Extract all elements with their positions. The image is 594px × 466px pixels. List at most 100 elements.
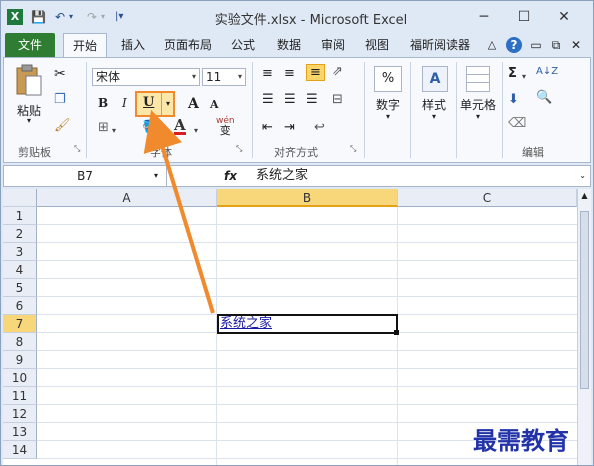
workbook-minimize-icon[interactable]: ▭ — [529, 33, 543, 57]
align-top-icon[interactable]: ≡ — [262, 66, 273, 81]
align-right-icon[interactable]: ☰ — [306, 92, 318, 107]
phonetic-guide-icon[interactable]: wén 变 — [216, 116, 235, 137]
merge-center-icon[interactable]: ⊟ — [332, 92, 343, 107]
tab-insert[interactable]: 插入 — [113, 33, 153, 57]
orientation-icon[interactable]: ⇗ — [332, 64, 343, 79]
styles-button[interactable]: A 样式 ▾ — [414, 64, 454, 134]
borders-dropdown-icon[interactable]: ▾ — [112, 122, 116, 136]
save-icon[interactable]: 💾 — [31, 9, 46, 25]
tab-data[interactable]: 数据 — [269, 33, 309, 57]
chevron-down-icon: ▾ — [385, 112, 390, 121]
paste-icon — [16, 64, 42, 96]
fill-icon[interactable]: ⬇ — [508, 92, 519, 107]
row-header[interactable]: 12 — [3, 405, 37, 423]
cut-icon[interactable]: ✂ — [54, 66, 66, 82]
align-bottom-icon[interactable]: ≡ — [306, 64, 325, 81]
fill-handle[interactable] — [394, 330, 399, 335]
row-header[interactable]: 10 — [3, 369, 37, 387]
font-color-dropdown-icon[interactable]: ▾ — [194, 122, 198, 136]
percent-icon: % — [374, 66, 402, 92]
row-header[interactable]: 5 — [3, 279, 37, 297]
fill-color-icon[interactable]: 🪣 — [142, 120, 158, 135]
row-header[interactable]: 1 — [3, 207, 37, 225]
scrollbar-thumb[interactable] — [580, 211, 589, 389]
italic-button[interactable]: I — [122, 96, 127, 110]
autosum-icon[interactable]: Σ — [508, 66, 517, 81]
find-select-icon[interactable]: 🔍 — [536, 90, 552, 105]
cells-button[interactable]: 单元格 ▾ — [456, 64, 500, 134]
chevron-down-icon: ▾ — [191, 72, 196, 81]
maximize-button[interactable]: ☐ — [509, 5, 539, 29]
autosum-dropdown-icon[interactable]: ▾ — [522, 68, 526, 82]
ribbon-tabs: 文件 开始 插入 页面布局 公式 数据 审阅 视图 福昕阅读器 △ ? ▭ ⧉ … — [1, 33, 593, 57]
name-box[interactable]: B7 — [4, 166, 167, 186]
sort-filter-icon[interactable]: A↓Z — [536, 66, 558, 77]
underline-dropdown-icon[interactable]: ▾ — [161, 93, 174, 115]
row-header-selected[interactable]: 7 — [3, 315, 37, 333]
font-color-button[interactable]: A — [174, 118, 186, 135]
customize-toolbar-icon[interactable]: |▾ — [115, 9, 123, 25]
tab-foxit-reader[interactable]: 福昕阅读器 — [403, 33, 477, 57]
font-size-select[interactable]: 11 ▾ — [202, 68, 246, 86]
alignment-launcher-icon[interactable]: ⤡ — [350, 144, 356, 154]
font-name-select[interactable]: 宋体 ▾ — [92, 68, 200, 86]
increase-indent-icon[interactable]: ⇥ — [284, 120, 295, 135]
redo-dropdown-icon[interactable]: ▾ — [101, 9, 105, 25]
help-icon[interactable]: ? — [505, 33, 523, 57]
decrease-indent-icon[interactable]: ⇤ — [262, 120, 273, 135]
align-center-icon[interactable]: ☰ — [284, 92, 296, 107]
font-launcher-icon[interactable]: ⤡ — [236, 144, 242, 154]
workbook-close-icon[interactable]: ✕ — [569, 33, 583, 57]
excel-app-icon[interactable]: X — [7, 9, 23, 25]
copy-icon[interactable]: ❐ — [54, 92, 66, 107]
tab-page-layout[interactable]: 页面布局 — [159, 33, 217, 57]
vertical-scrollbar[interactable]: ▲ — [577, 189, 591, 465]
tab-file[interactable]: 文件 — [5, 33, 55, 57]
row-header[interactable]: 4 — [3, 261, 37, 279]
row-header[interactable]: 9 — [3, 351, 37, 369]
tab-home[interactable]: 开始 — [63, 33, 107, 57]
expand-formula-bar-icon[interactable]: ⌄ — [579, 166, 586, 186]
underline-button[interactable]: U ▾ — [135, 91, 175, 117]
column-header-c[interactable]: C — [398, 189, 577, 207]
tab-formulas[interactable]: 公式 — [223, 33, 263, 57]
row-header[interactable]: 8 — [3, 333, 37, 351]
insert-function-icon[interactable]: fx — [224, 166, 237, 186]
formula-input[interactable]: 系统之家 — [256, 166, 308, 186]
format-painter-icon[interactable]: 🖌 — [54, 118, 71, 133]
row-header[interactable]: 2 — [3, 225, 37, 243]
row-header[interactable]: 6 — [3, 297, 37, 315]
collapse-ribbon-icon[interactable]: △ — [485, 33, 499, 57]
undo-icon[interactable]: ↶ — [55, 9, 65, 25]
wrap-text-icon[interactable]: ↩ — [314, 120, 325, 135]
clear-icon[interactable]: ⌫ — [508, 116, 526, 131]
grow-font-button[interactable]: A — [188, 96, 199, 112]
align-middle-icon[interactable]: ≡ — [284, 66, 295, 81]
watermark: 最需教育 — [473, 426, 569, 455]
row-header[interactable]: 13 — [3, 423, 37, 441]
bold-button[interactable]: B — [98, 96, 108, 110]
row-header[interactable]: 14 — [3, 441, 37, 459]
column-header-a[interactable]: A — [37, 189, 217, 207]
select-all-corner[interactable] — [3, 189, 37, 207]
help-icon-glyph: ? — [506, 37, 522, 53]
clipboard-launcher-icon[interactable]: ⤡ — [74, 144, 80, 154]
minimize-button[interactable]: ─ — [469, 5, 499, 29]
paste-button[interactable]: 粘贴 ▾ — [12, 62, 46, 128]
shrink-font-button[interactable]: A — [210, 98, 219, 111]
close-button[interactable]: ✕ — [549, 5, 579, 29]
borders-icon[interactable]: ⊞ — [98, 120, 109, 135]
styles-icon: A — [422, 66, 448, 92]
workbook-restore-icon[interactable]: ⧉ — [549, 33, 563, 57]
tab-view[interactable]: 视图 — [357, 33, 397, 57]
column-header-b[interactable]: B — [217, 189, 398, 207]
tab-review[interactable]: 审阅 — [313, 33, 353, 57]
scroll-up-icon[interactable]: ▲ — [578, 189, 591, 203]
redo-icon[interactable]: ↷ — [87, 9, 97, 25]
align-left-icon[interactable]: ☰ — [262, 92, 274, 107]
name-box-dropdown-icon[interactable]: ▾ — [154, 166, 158, 186]
row-header[interactable]: 3 — [3, 243, 37, 261]
number-format-button[interactable]: % 数字 ▾ — [368, 64, 408, 134]
undo-dropdown-icon[interactable]: ▾ — [69, 9, 73, 25]
row-header[interactable]: 11 — [3, 387, 37, 405]
